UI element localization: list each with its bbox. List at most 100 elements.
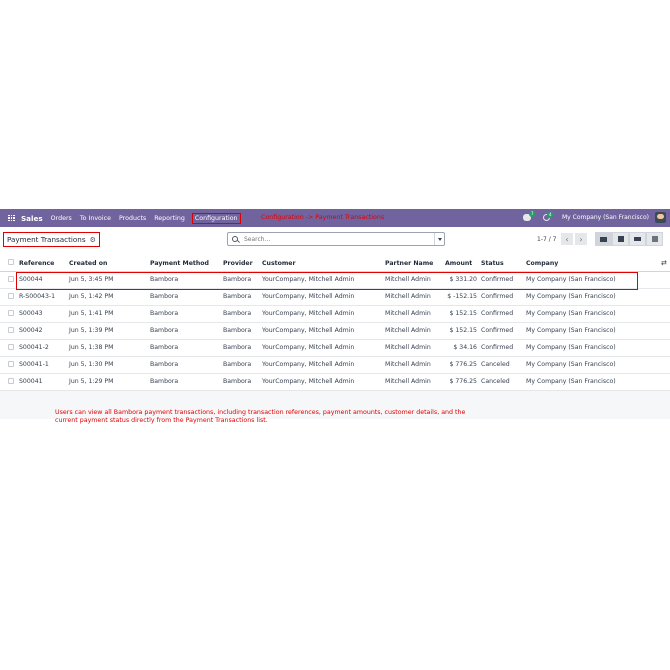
cell-created-on: Jun 5, 1:42 PM	[69, 288, 150, 306]
row-checkbox-cell[interactable]	[0, 322, 19, 340]
table-row[interactable]: S00041 Jun 5, 1:29 PM Bambora Bambora YourCo…	[0, 373, 670, 391]
cell-company: My Company (San Francisco)	[526, 339, 670, 357]
cell-customer: YourCompany, Mitchell Admin	[262, 339, 385, 357]
cell-reference: R-S00043-1	[19, 288, 69, 306]
table-row[interactable]: S00042 Jun 5, 1:39 PM Bambora Bambora YourCo…	[0, 322, 670, 340]
cell-company: My Company (San Francisco)	[526, 288, 670, 306]
gear-icon[interactable]: ⚙	[90, 236, 96, 244]
column-payment-method[interactable]: Payment Method	[150, 256, 223, 272]
row-checkbox-cell[interactable]	[0, 373, 19, 391]
cell-payment-method: Bambora	[150, 271, 223, 289]
column-provider[interactable]: Provider	[223, 256, 262, 272]
cell-status: Confirmed	[481, 288, 526, 306]
pager-next-button[interactable]: ›	[575, 233, 587, 245]
row-checkbox-cell[interactable]	[0, 339, 19, 357]
app-name[interactable]: Sales	[21, 214, 43, 223]
search-input[interactable]	[244, 235, 424, 243]
column-partner-name[interactable]: Partner Name	[385, 256, 445, 272]
list-view-icon	[600, 236, 607, 242]
cell-customer: YourCompany, Mitchell Admin	[262, 322, 385, 340]
cell-created-on: Jun 5, 1:38 PM	[69, 339, 150, 357]
apps-grid-icon[interactable]	[8, 214, 15, 222]
cell-amount: $ 152.15	[445, 322, 481, 340]
menu-configuration[interactable]: Configuration	[191, 212, 241, 224]
table-row[interactable]: S00044 Jun 5, 3:45 PM Bambora Bambora YourCo…	[0, 271, 670, 289]
cell-payment-method: Bambora	[150, 339, 223, 357]
graph-view-icon	[634, 237, 641, 241]
row-checkbox-cell[interactable]	[0, 288, 19, 306]
table-row[interactable]: S00041-1 Jun 5, 1:30 PM Bambora Bambora Your…	[0, 356, 670, 374]
cell-payment-method: Bambora	[150, 356, 223, 374]
cell-reference: S00041	[19, 373, 69, 391]
column-customer[interactable]: Customer	[262, 256, 385, 272]
cell-partner-name: Mitchell Admin	[385, 288, 445, 306]
row-checkbox-cell[interactable]	[0, 356, 19, 374]
cell-provider: Bambora	[223, 373, 262, 391]
cell-payment-method: Bambora	[150, 373, 223, 391]
cell-provider: Bambora	[223, 305, 262, 323]
row-checkbox[interactable]	[8, 360, 14, 367]
cell-partner-name: Mitchell Admin	[385, 322, 445, 340]
row-checkbox-cell[interactable]	[0, 271, 19, 289]
cell-created-on: Jun 5, 1:39 PM	[69, 322, 150, 340]
column-amount[interactable]: Amount	[445, 256, 481, 272]
graph-view-button[interactable]	[629, 232, 646, 246]
navbar-systray: 7 4 My Company (San Francisco)	[523, 211, 666, 223]
pivot-view-button[interactable]	[646, 232, 663, 246]
cell-company: My Company (San Francisco)	[526, 271, 670, 289]
row-checkbox[interactable]	[8, 326, 14, 333]
cell-reference: S00044	[19, 271, 69, 289]
table-row[interactable]: S00043 Jun 5, 1:41 PM Bambora Bambora YourCo…	[0, 305, 670, 323]
cell-payment-method: Bambora	[150, 288, 223, 306]
row-checkbox[interactable]	[8, 309, 14, 316]
pager-value[interactable]: 1-7 / 7	[537, 236, 556, 243]
cell-partner-name: Mitchell Admin	[385, 373, 445, 391]
kanban-view-button[interactable]	[612, 232, 629, 246]
column-status[interactable]: Status	[481, 256, 526, 272]
cell-payment-method: Bambora	[150, 305, 223, 323]
row-checkbox[interactable]	[8, 275, 14, 282]
pager-previous-button[interactable]: ‹	[561, 233, 573, 245]
select-all-checkbox-cell[interactable]	[0, 256, 19, 272]
chevron-down-icon	[437, 237, 442, 241]
cell-customer: YourCompany, Mitchell Admin	[262, 271, 385, 289]
row-checkbox[interactable]	[8, 343, 14, 350]
breadcrumb: Payment Transactions ⚙	[3, 232, 100, 247]
chat-icon[interactable]: 7	[523, 211, 535, 221]
user-avatar[interactable]	[655, 212, 666, 223]
activity-clock-icon[interactable]: 4	[543, 212, 553, 221]
annotation-note: Users can view all Bambora payment trans…	[55, 409, 466, 424]
pivot-view-icon	[651, 236, 658, 242]
cell-created-on: Jun 5, 1:41 PM	[69, 305, 150, 323]
chat-badge: 7	[529, 211, 535, 217]
search-options-toggle[interactable]	[434, 233, 444, 245]
cell-status: Confirmed	[481, 271, 526, 289]
search-icon	[232, 236, 238, 242]
menu-reporting[interactable]: Reporting	[154, 215, 185, 222]
company-switcher[interactable]: My Company (San Francisco)	[562, 214, 649, 221]
column-company[interactable]: Company	[526, 256, 670, 272]
cell-status: Confirmed	[481, 339, 526, 357]
column-reference[interactable]: Reference	[19, 256, 69, 272]
list-view-button[interactable]	[595, 232, 612, 246]
row-checkbox[interactable]	[8, 377, 14, 384]
table-row[interactable]: S00041-2 Jun 5, 1:38 PM Bambora Bambora Your…	[0, 339, 670, 357]
cell-provider: Bambora	[223, 288, 262, 306]
menu-to-invoice[interactable]: To Invoice	[80, 215, 111, 222]
menu-orders[interactable]: Orders	[51, 215, 72, 222]
row-checkbox[interactable]	[8, 292, 14, 299]
select-all-checkbox[interactable]	[8, 259, 14, 266]
cell-company: My Company (San Francisco)	[526, 305, 670, 323]
cell-partner-name: Mitchell Admin	[385, 271, 445, 289]
navigation-annotation: Configuration -> Payment Transactions	[261, 214, 385, 221]
menu-products[interactable]: Products	[119, 215, 146, 222]
table-header-row: Reference Created on Payment Method Prov…	[0, 256, 670, 272]
cell-reference: S00041-1	[19, 356, 69, 374]
cell-company: My Company (San Francisco)	[526, 373, 670, 391]
column-created-on[interactable]: Created on	[69, 256, 150, 272]
page-title[interactable]: Payment Transactions	[7, 235, 86, 244]
optional-columns-icon[interactable]: ⇄	[661, 259, 667, 267]
table-row[interactable]: R-S00043-1 Jun 5, 1:42 PM Bambora Bambora Yo…	[0, 288, 670, 306]
cell-status: Confirmed	[481, 322, 526, 340]
row-checkbox-cell[interactable]	[0, 305, 19, 323]
